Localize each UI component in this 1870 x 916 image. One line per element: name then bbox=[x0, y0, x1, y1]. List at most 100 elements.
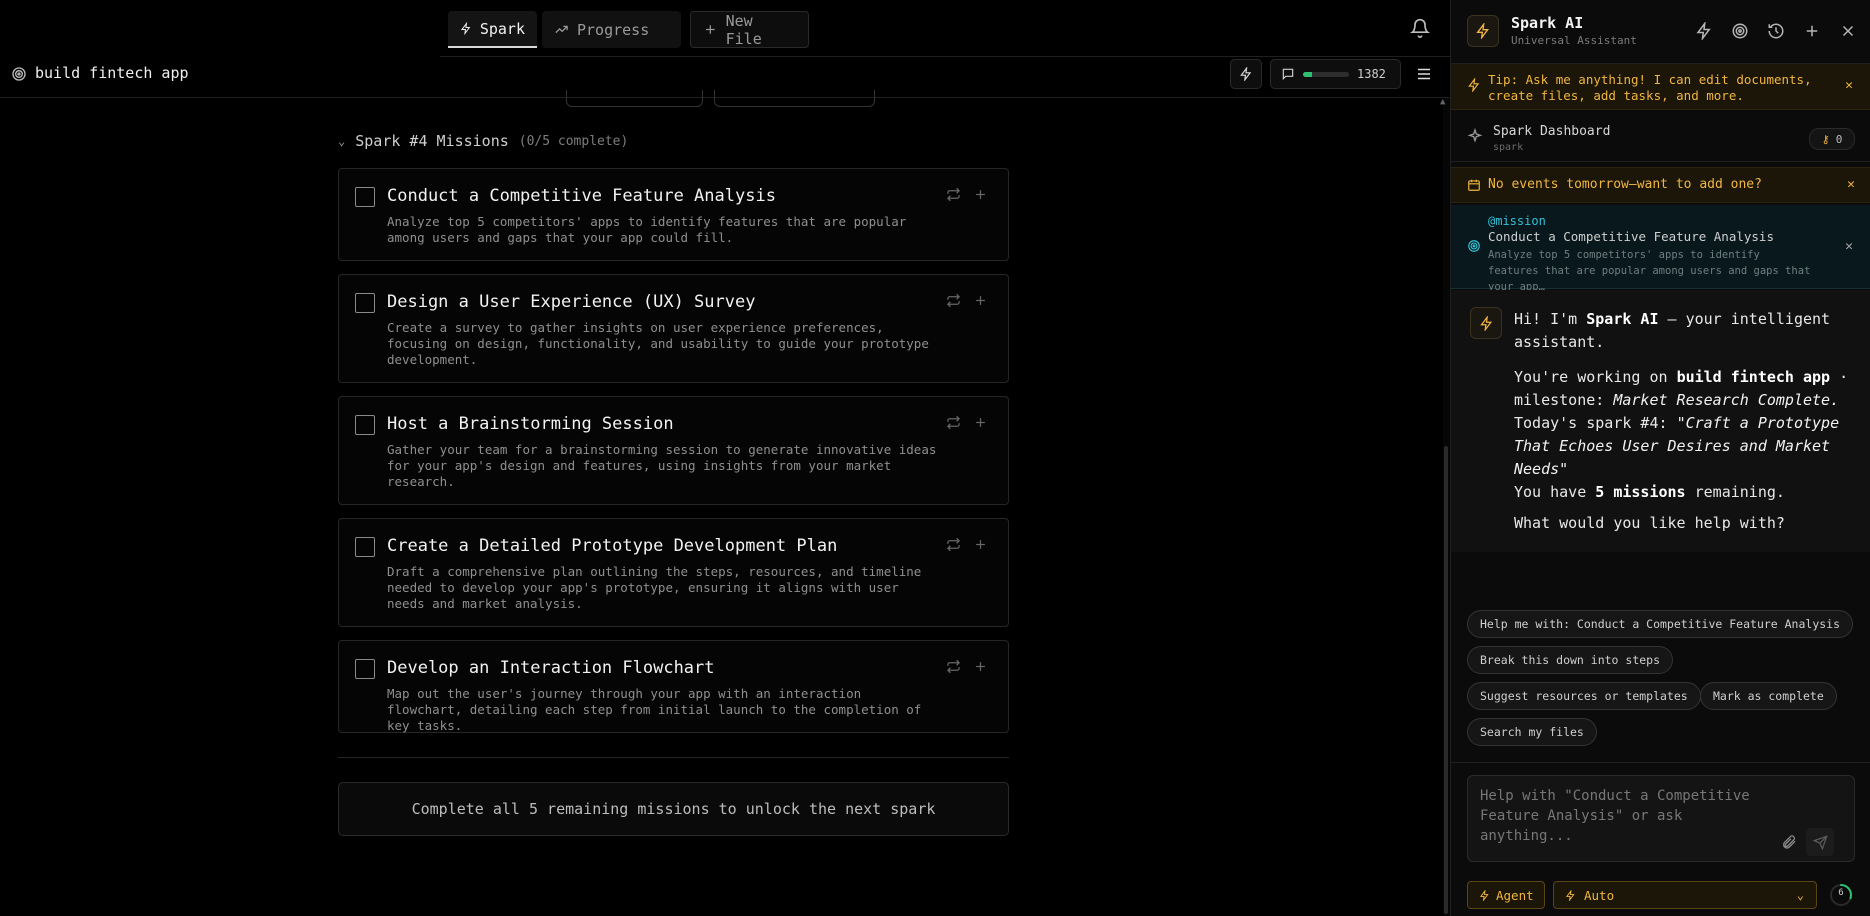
repeat-icon[interactable] bbox=[946, 187, 961, 202]
new-file-button[interactable]: New File bbox=[690, 11, 809, 48]
assistant-avatar bbox=[1470, 307, 1502, 339]
suggestion-chip[interactable]: Help me with: Conduct a Competitive Feat… bbox=[1467, 610, 1854, 638]
milestone-name: Market Research Complete. bbox=[1613, 391, 1840, 409]
partial-button[interactable] bbox=[566, 90, 703, 107]
suggestion-chip[interactable]: Suggest resources or templates bbox=[1467, 682, 1701, 710]
greeting-line: Hi! I'm Spark AI — your intelligent assi… bbox=[1514, 308, 1849, 354]
project-name: build fintech app bbox=[1676, 368, 1831, 386]
context-description: Analyze top 5 competitors' apps to ident… bbox=[1488, 249, 1811, 293]
missions-section-header[interactable]: ⌄ Spark #4 Missions (0/5 complete) bbox=[338, 132, 628, 150]
bolt-icon bbox=[460, 21, 471, 36]
suggestion-chip[interactable]: Search my files bbox=[1467, 718, 1597, 746]
bolt-icon bbox=[1565, 889, 1575, 901]
scrollbar-thumb[interactable] bbox=[1444, 446, 1448, 914]
mission-card: Create a Detailed Prototype Development … bbox=[338, 518, 1009, 627]
suggestion-chip[interactable]: Break this down into steps bbox=[1467, 646, 1674, 674]
target-icon[interactable] bbox=[1731, 22, 1749, 40]
credits-bar bbox=[1303, 71, 1349, 77]
scroll-up-arrow-icon[interactable]: ▲ bbox=[1440, 97, 1445, 107]
close-icon[interactable]: ✕ bbox=[1845, 78, 1853, 93]
plus-icon[interactable] bbox=[1803, 22, 1821, 40]
credits-indicator[interactable]: 1382 bbox=[1270, 59, 1401, 89]
send-icon bbox=[1812, 834, 1828, 850]
mission-checkbox[interactable] bbox=[355, 659, 375, 679]
bolt-icon[interactable] bbox=[1695, 22, 1713, 40]
spark-ai-logo bbox=[1467, 15, 1499, 47]
bolt-icon bbox=[1468, 78, 1480, 92]
calendar-icon bbox=[1468, 179, 1480, 191]
plus-icon[interactable] bbox=[973, 659, 988, 674]
close-icon[interactable] bbox=[1839, 22, 1857, 40]
today-spark-label: Today's spark #4: bbox=[1514, 414, 1677, 432]
bolt-icon bbox=[1479, 315, 1492, 331]
tip-banner: Tip: Ask me anything! I can edit documen… bbox=[1451, 64, 1870, 110]
repeat-icon[interactable] bbox=[946, 415, 961, 430]
repeat-icon[interactable] bbox=[946, 659, 961, 674]
assistant-title: Spark AI bbox=[1511, 14, 1584, 32]
working-prefix: You're working on bbox=[1514, 368, 1677, 386]
tab-progress-label: Progress bbox=[577, 20, 650, 39]
bolt-icon bbox=[1479, 889, 1489, 901]
tab-spark-label: Spark bbox=[479, 19, 525, 38]
events-text[interactable]: No events tomorrow—want to add one? bbox=[1488, 177, 1762, 192]
repeat-icon[interactable] bbox=[946, 293, 961, 308]
plus-icon[interactable] bbox=[973, 293, 988, 308]
mission-actions bbox=[946, 537, 988, 552]
chat-input[interactable] bbox=[1480, 786, 1780, 856]
mission-checkbox[interactable] bbox=[355, 415, 375, 435]
question-line: What would you like help with? bbox=[1514, 514, 1785, 532]
bell-icon[interactable] bbox=[1410, 18, 1430, 38]
assistant-subtitle: Universal Assistant bbox=[1511, 34, 1637, 47]
suggestion-chip[interactable]: Mark as complete bbox=[1700, 682, 1837, 710]
chevron-down-icon: ⌄ bbox=[338, 134, 346, 148]
tab-progress[interactable]: Progress bbox=[542, 11, 681, 48]
close-icon[interactable]: ✕ bbox=[1847, 177, 1855, 192]
hamburger-menu-icon[interactable] bbox=[1414, 65, 1434, 83]
plus-icon[interactable] bbox=[973, 187, 988, 202]
new-file-label: New File bbox=[725, 11, 762, 48]
assistant-header-actions bbox=[1695, 22, 1857, 40]
agent-mode-button[interactable]: Agent bbox=[1467, 881, 1545, 909]
greeting-prefix: Hi! I'm bbox=[1514, 310, 1587, 328]
model-select-value: Auto bbox=[1584, 887, 1615, 903]
close-icon[interactable]: ✕ bbox=[1845, 239, 1853, 254]
mission-description: Draft a comprehensive plan outlining the… bbox=[387, 564, 922, 611]
mission-checkbox[interactable] bbox=[355, 537, 375, 557]
plus-icon[interactable] bbox=[973, 537, 988, 552]
unlock-next-spark-banner: Complete all 5 remaining missions to unl… bbox=[338, 782, 1009, 836]
mission-actions bbox=[946, 293, 988, 308]
mission-actions bbox=[946, 659, 988, 674]
mission-actions bbox=[946, 187, 988, 202]
remaining-prefix: You have bbox=[1514, 483, 1596, 501]
history-icon[interactable] bbox=[1767, 22, 1785, 40]
mission-description: Analyze top 5 competitors' apps to ident… bbox=[387, 214, 907, 245]
model-select[interactable]: Auto ⌄ bbox=[1553, 881, 1817, 909]
trending-up-icon bbox=[555, 25, 568, 34]
missions-progress: (0/5 complete) bbox=[518, 133, 629, 149]
tab-spark[interactable]: Spark bbox=[448, 11, 537, 48]
spark-action-button[interactable] bbox=[1230, 59, 1262, 89]
partial-button[interactable] bbox=[714, 90, 875, 107]
top-navigation: Spark Progress New File bbox=[440, 0, 1452, 57]
repeat-icon[interactable] bbox=[946, 537, 961, 552]
mission-description: Gather your team for a brainstorming ses… bbox=[387, 442, 937, 489]
dashboard-subtitle: spark bbox=[1493, 142, 1524, 153]
plus-icon[interactable] bbox=[973, 415, 988, 430]
spark-dashboard-item[interactable]: Spark Dashboard spark ⚷ 0 bbox=[1451, 110, 1870, 162]
mission-checkbox[interactable] bbox=[355, 187, 375, 207]
mission-title: Host a Brainstorming Session bbox=[387, 414, 674, 434]
chat-input-box bbox=[1467, 775, 1855, 862]
send-button[interactable] bbox=[1806, 828, 1834, 856]
key-icon: ⚷ bbox=[1821, 132, 1830, 146]
bolt-icon bbox=[1240, 67, 1252, 81]
mission-checkbox[interactable] bbox=[355, 293, 375, 313]
chat-message-area: Hi! I'm Spark AI — your intelligent assi… bbox=[1451, 290, 1870, 552]
dashboard-title: Spark Dashboard bbox=[1493, 124, 1611, 139]
mission-context-card: @mission Conduct a Competitive Feature A… bbox=[1451, 205, 1870, 293]
usage-ring-value: 6 bbox=[1838, 888, 1844, 898]
paperclip-icon[interactable] bbox=[1781, 834, 1797, 850]
project-title: build fintech app bbox=[35, 64, 189, 82]
tip-text: Tip: Ask me anything! I can edit documen… bbox=[1488, 72, 1812, 103]
credits-count: 1382 bbox=[1357, 67, 1386, 81]
events-banner: No events tomorrow—want to add one? ✕ bbox=[1451, 167, 1870, 203]
